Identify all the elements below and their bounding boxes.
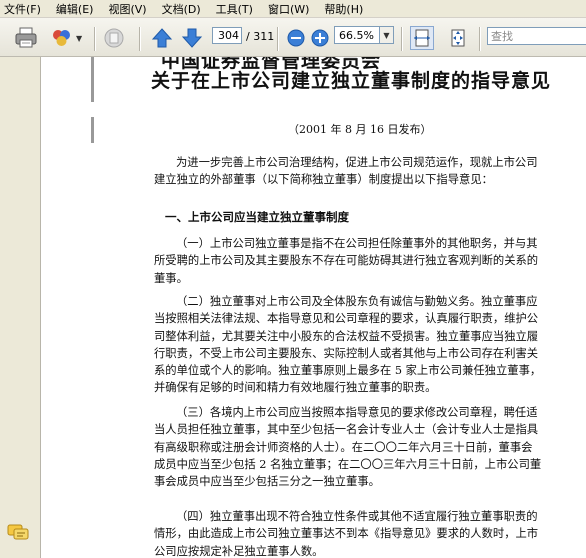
zoom-in-icon[interactable] (308, 26, 332, 50)
navigation-panel (0, 57, 41, 558)
document-title: 关于在上市公司建立独立董事制度的指导意见 (151, 70, 552, 92)
change-bar (91, 117, 94, 143)
search-input[interactable]: 查找 (487, 27, 586, 45)
menu-tools[interactable]: 工具(T) (213, 1, 257, 17)
menu-view[interactable]: 视图(V) (105, 1, 150, 17)
comment-icon[interactable] (7, 524, 29, 546)
prev-page-icon[interactable] (150, 26, 174, 50)
document-view[interactable]: 中国证券监督管理委员会 关于在上市公司建立独立董事制度的指导意见 （2001 年… (41, 57, 586, 558)
menu-document[interactable]: 文档(D) (159, 1, 205, 17)
change-bar (91, 57, 94, 102)
paragraph-1: （一）上市公司独立董事是指不在公司担任除董事外的其他职务，并与其 所受聘的上市公… (154, 237, 539, 285)
fit-page-icon[interactable] (446, 26, 470, 50)
zoom-out-icon[interactable] (284, 26, 308, 50)
print-icon[interactable] (14, 26, 38, 50)
section-heading: 一、上市公司应当建立独立董事制度 (165, 210, 349, 224)
zoom-dropdown-icon[interactable]: ▼ (380, 26, 394, 44)
menu-bar: 文件(F) 编辑(E) 视图(V) 文档(D) 工具(T) 窗口(W) 帮助(H… (0, 0, 586, 18)
menu-window[interactable]: 窗口(W) (265, 1, 313, 17)
document-icon[interactable] (103, 26, 127, 50)
document-date: （2001 年 8 月 16 日发布） (288, 123, 432, 136)
menu-file[interactable]: 文件(F) (0, 1, 45, 17)
collaborate-dropdown-icon[interactable]: ▼ (76, 34, 82, 43)
menu-help[interactable]: 帮助(H) (321, 1, 367, 17)
fit-width-icon[interactable] (410, 26, 434, 50)
paragraph-2: （二）独立董事对上市公司及全体股东负有诚信与勤勉义务。独立董事应 当按照相关法律… (154, 295, 542, 395)
paragraph-4: （四）独立董事出现不符合独立性条件或其他不适宜履行独立董事职责的 情形，由此造成… (154, 510, 539, 558)
page-number-input[interactable]: 304 (212, 27, 242, 44)
zoom-input[interactable]: 66.5% (334, 26, 380, 44)
next-page-icon[interactable] (180, 26, 204, 50)
paragraph-3: （三）各境内上市公司应当按照本指导意见的要求修改公司章程，聘任适 当人员担任独立… (154, 406, 542, 489)
page-total: / 311 (246, 30, 275, 43)
intro-paragraph: 为进一步完善上市公司治理结构，促进上市公司规范运作，现就上市公司 建立独立的外部… (154, 156, 538, 187)
collaborate-icon[interactable] (50, 26, 74, 50)
menu-edit[interactable]: 编辑(E) (53, 1, 98, 17)
